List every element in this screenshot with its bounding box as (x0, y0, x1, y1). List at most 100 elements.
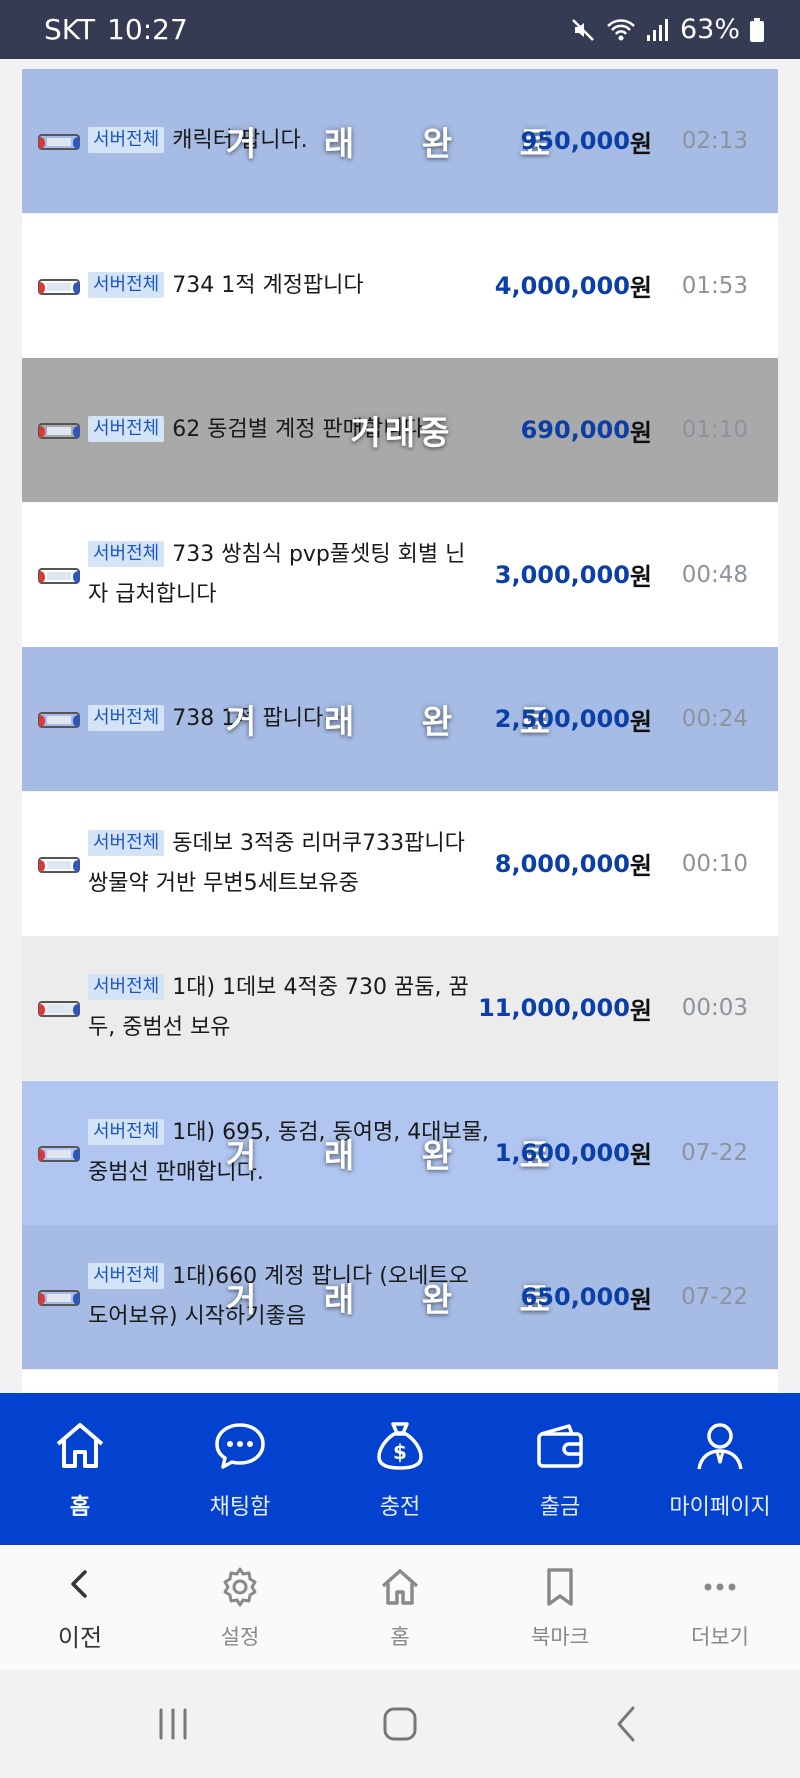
listing-row[interactable]: 서버전체 734 1적 계정팝니다 4,000,000 원 01:53 (22, 213, 778, 358)
browser-bookmark-button[interactable]: 북마크 (480, 1545, 640, 1670)
listing-row[interactable]: 서버전체 동데보 3적중 리머쿠733팝니다 쌍물약 거반 무변5세트보유중 8,00… (22, 791, 778, 936)
game-controller-icon (38, 1290, 80, 1306)
listing-title-text: 1대) 1데보 4적중 730 꿈둠, 꿈 (172, 975, 469, 1000)
nav-label: 출금 (539, 1495, 581, 1520)
listing-price: 1,600,000 원 (495, 1081, 652, 1225)
listing-price: 11,000,000 원 (478, 936, 652, 1080)
game-controller-icon (38, 712, 80, 728)
game-controller-icon (38, 278, 80, 295)
trade-status-overlay: 거 래 완 료 (226, 1280, 578, 1319)
server-badge: 서버전체 (88, 540, 165, 567)
price-currency: 원 (629, 707, 652, 736)
browser-settings-button[interactable]: 설정 (160, 1545, 320, 1670)
server-badge: 서버전체 (88, 127, 165, 153)
listing-time: 00:03 (681, 995, 748, 1021)
nav-label: 마이페이지 (669, 1495, 771, 1520)
home-outline-icon (381, 1568, 419, 1605)
gear-icon (223, 1567, 257, 1606)
back-icon[interactable] (605, 1702, 649, 1746)
listing-price: 4,000,000 원 (495, 214, 652, 358)
svg-text:$: $ (393, 1440, 407, 1464)
browser-label: 이전 (57, 1624, 103, 1652)
listing-time: 07-22 (681, 1284, 748, 1310)
user-icon (697, 1423, 743, 1470)
game-controller-icon (38, 856, 80, 873)
listing-price: 2,500,000 원 (495, 647, 652, 791)
listing-price: 690,000 원 (521, 358, 652, 502)
nav-mypage[interactable]: 마이페이지 (640, 1393, 800, 1545)
more-icon (704, 1583, 736, 1590)
trade-status-overlay: 거래중 (350, 413, 454, 452)
price-currency: 원 (629, 996, 652, 1025)
browser-more-button[interactable]: 더보기 (640, 1545, 800, 1670)
browser-toolbar: 이전 설정 홈 북마크 더보기 (0, 1545, 800, 1670)
price-value: 650,000 (520, 1283, 630, 1311)
nav-chat[interactable]: 채팅함 (160, 1393, 320, 1545)
price-value: 8,000,000 (494, 849, 630, 878)
nav-home[interactable]: 홈 (0, 1393, 160, 1545)
game-controller-icon (38, 1001, 80, 1017)
bookmark-icon (547, 1567, 573, 1606)
price-currency: 원 (629, 1141, 652, 1169)
nav-label: 채팅함 (209, 1495, 271, 1520)
server-badge: 서버전체 (88, 1263, 165, 1289)
listing-time: 01:53 (681, 272, 748, 299)
chevron-left-icon (71, 1570, 87, 1598)
browser-back-button[interactable]: 이전 (0, 1545, 160, 1670)
listing-time: 00:48 (681, 561, 748, 588)
price-value: 11,000,000 (478, 994, 630, 1022)
trade-status-overlay: 거 래 완 료 (226, 124, 578, 163)
listing-row[interactable]: 서버전체 1대) 1데보 4적중 730 꿈둠, 꿈 두, 중범선 보유 11,000… (22, 936, 778, 1080)
browser-label: 홈 (390, 1624, 410, 1649)
price-currency: 원 (629, 274, 652, 302)
wallet-icon (537, 1424, 583, 1468)
money-bag-icon: $ (377, 1422, 423, 1470)
server-badge: 서버전체 (88, 705, 165, 731)
listing-title-text: 734 1적 계정팝니다 (172, 272, 364, 298)
price-currency: 원 (629, 418, 652, 447)
mute-icon (572, 18, 594, 41)
listing-row[interactable] (22, 1369, 778, 1393)
price-value: 3,000,000 (494, 560, 630, 589)
trade-status-overlay: 거 래 완 료 (226, 1135, 578, 1175)
browser-label: 북마크 (531, 1624, 589, 1649)
price-currency: 원 (629, 129, 652, 158)
listing-row[interactable]: 서버전체 62 동검별 계정 판매합니다 거래중 690,000 원 01:10 (22, 358, 778, 502)
carrier-label: SKT (44, 13, 96, 46)
listing-row[interactable]: 서버전체 1대) 695, 동검, 동여명, 4대보물, 중범선 판매합니다. 거 래… (22, 1080, 778, 1225)
price-value: 690,000 (520, 416, 630, 444)
listing-row[interactable]: 서버전체 1대)660 계정 팝니다 (오네트오 도어보유) 시작하기좋음 거 래 완… (22, 1225, 778, 1369)
server-badge: 서버전체 (88, 1118, 165, 1145)
home-square-icon[interactable] (378, 1702, 422, 1746)
price-value: 4,000,000 (494, 271, 630, 300)
clock: 10:27 (107, 13, 188, 46)
listing-row[interactable]: 서버전체 캐릭터 팝니다. 거 래 완 료 950,000 원 02:13 (22, 69, 778, 213)
listing-time: 00:24 (681, 706, 748, 732)
listing-row[interactable]: 서버전체 733 쌍침식 pvp풀셋팅 회별 닌자 급처합니다 3,000,000 원… (22, 502, 778, 647)
listing-price: 950,000 원 (521, 69, 652, 213)
listing-row[interactable]: 서버전체 738 1적 팝니다~ 거 래 완 료 2,500,000 원 00:24 (22, 647, 778, 791)
signal-icon (646, 18, 668, 41)
listing-title-text: 동데보 3적중 리머쿠733팝니다 (172, 830, 465, 856)
price-value: 1,600,000 (494, 1138, 630, 1167)
listing-time: 07-22 (681, 1139, 748, 1166)
nav-withdraw[interactable]: 출금 (480, 1393, 640, 1545)
status-bar: SKT 10:27 63% (0, 0, 800, 59)
battery-icon (750, 17, 764, 42)
game-controller-icon (38, 134, 80, 150)
game-controller-icon (38, 423, 80, 439)
server-badge: 서버전체 (88, 271, 165, 298)
price-currency: 원 (629, 1285, 652, 1314)
browser-label: 설정 (220, 1624, 260, 1649)
listing-list[interactable]: 서버전체 캐릭터 팝니다. 거 래 완 료 950,000 원 02:13 서버전체 734 … (0, 59, 800, 1393)
server-badge: 서버전체 (88, 416, 165, 442)
browser-home-button[interactable]: 홈 (320, 1545, 480, 1670)
listing-time: 02:13 (681, 128, 748, 154)
nav-charge[interactable]: $ 충전 (320, 1393, 480, 1545)
listing-price: 8,000,000 원 (495, 792, 652, 936)
price-value: 950,000 (520, 127, 630, 155)
game-controller-icon (38, 1145, 80, 1162)
nav-label: 충전 (379, 1495, 421, 1520)
system-nav (0, 1670, 800, 1778)
recent-apps-icon[interactable] (151, 1702, 195, 1746)
